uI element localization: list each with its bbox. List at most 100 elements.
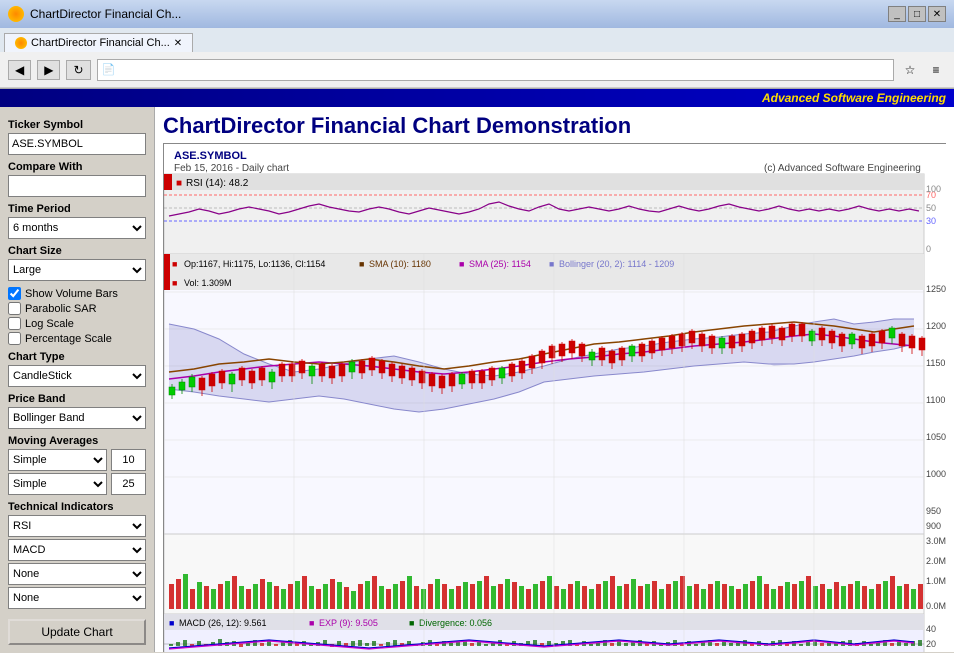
chart-area: ChartDirector Financial Chart Demonstrat…	[155, 107, 954, 652]
log-scale-row[interactable]: Log Scale	[8, 317, 146, 330]
parabolic-sar-label: Parabolic SAR	[25, 303, 97, 315]
tech-indicators-label: Technical Indicators	[8, 501, 146, 513]
svg-text:RSI (14): 48.2: RSI (14): 48.2	[186, 178, 249, 189]
active-tab[interactable]: ChartDirector Financial Ch... ✕	[4, 33, 193, 52]
pct-scale-label: Percentage Scale	[25, 333, 112, 345]
svg-text:1.0M: 1.0M	[926, 576, 946, 586]
show-volume-row[interactable]: Show Volume Bars	[8, 287, 146, 300]
chart-size-label: Chart Size	[8, 245, 146, 257]
moving-avg-label: Moving Averages	[8, 435, 146, 447]
svg-text:0.0M: 0.0M	[926, 601, 946, 611]
ticker-input[interactable]	[8, 133, 146, 155]
title-bar: ChartDirector Financial Ch... _ □ ✕	[0, 0, 954, 28]
svg-text:MACD (26, 12): 9.561: MACD (26, 12): 9.561	[179, 618, 267, 628]
chart-type-label: Chart Type	[8, 351, 146, 363]
svg-text:100: 100	[926, 184, 941, 194]
tab-close-btn[interactable]: ✕	[174, 38, 182, 49]
chart-type-select[interactable]: CandleStick OHLC Close Bar	[8, 365, 146, 387]
svg-text:■: ■	[309, 618, 314, 628]
tab-bar: ChartDirector Financial Ch... ✕	[0, 28, 954, 52]
refresh-btn[interactable]: ↻	[66, 60, 90, 80]
tech3-select[interactable]: None RSI MACD	[8, 563, 146, 585]
compare-label: Compare With	[8, 161, 146, 173]
svg-text:ASE.SYMBOL: ASE.SYMBOL	[174, 150, 247, 162]
price-band-select[interactable]: None Bollinger Band Price Band	[8, 407, 146, 429]
parabolic-sar-checkbox[interactable]	[8, 302, 21, 315]
ma1-row: Simple Exponential Weighted	[8, 449, 146, 471]
tech2-select[interactable]: None RSI MACD	[8, 539, 146, 561]
tab-icon	[15, 37, 27, 49]
svg-text:■: ■	[409, 618, 414, 628]
minimize-btn[interactable]: _	[888, 6, 906, 22]
maximize-btn[interactable]: □	[908, 6, 926, 22]
ma2-row: Simple Exponential Weighted	[8, 473, 146, 495]
update-chart-btn[interactable]: Update Chart	[8, 619, 146, 645]
svg-text:1050: 1050	[926, 432, 946, 442]
svg-text:1000: 1000	[926, 469, 946, 479]
back-btn[interactable]: ◀	[8, 60, 31, 80]
svg-text:■: ■	[549, 259, 554, 269]
show-volume-label: Show Volume Bars	[25, 288, 118, 300]
svg-text:EXP (9): 9.505: EXP (9): 9.505	[319, 618, 378, 628]
close-btn[interactable]: ✕	[928, 6, 946, 22]
svg-text:20: 20	[926, 639, 936, 649]
svg-text:■: ■	[172, 278, 177, 288]
banner: Advanced Software Engineering	[0, 89, 954, 107]
parabolic-sar-row[interactable]: Parabolic SAR	[8, 302, 146, 315]
svg-text:Op:1167, Hi:1175, Lo:1136, Cl:: Op:1167, Hi:1175, Lo:1136, Cl:1154	[184, 259, 325, 269]
tab-label: ChartDirector Financial Ch...	[31, 37, 170, 49]
svg-text:■: ■	[459, 259, 464, 269]
pct-scale-checkbox[interactable]	[8, 332, 21, 345]
forward-btn[interactable]: ▶	[37, 60, 60, 80]
price-band-label: Price Band	[8, 393, 146, 405]
show-volume-checkbox[interactable]	[8, 287, 21, 300]
svg-text:■: ■	[172, 259, 177, 269]
log-scale-label: Log Scale	[25, 318, 74, 330]
menu-icon[interactable]: ≡	[926, 60, 946, 80]
ma1-type-select[interactable]: Simple Exponential Weighted	[8, 449, 107, 471]
svg-text:(c) Advanced Software Engineer: (c) Advanced Software Engineering	[764, 163, 921, 174]
svg-text:Divergence: 0.056: Divergence: 0.056	[419, 618, 492, 628]
pct-scale-row[interactable]: Percentage Scale	[8, 332, 146, 345]
ma2-type-select[interactable]: Simple Exponential Weighted	[8, 473, 107, 495]
svg-text:Vol: 1.309M: Vol: 1.309M	[184, 278, 232, 288]
svg-text:SMA (25): 1154: SMA (25): 1154	[469, 259, 531, 269]
page-title: ChartDirector Financial Chart Demonstrat…	[163, 113, 946, 139]
chart-container: ASE.SYMBOL Feb 15, 2016 - Daily chart (c…	[163, 143, 946, 652]
svg-text:950: 950	[926, 506, 941, 516]
svg-text:■: ■	[176, 178, 182, 189]
ticker-label: Ticker Symbol	[8, 119, 146, 131]
svg-text:2.0M: 2.0M	[926, 556, 946, 566]
svg-text:900: 900	[926, 521, 941, 531]
main-chart: ASE.SYMBOL Feb 15, 2016 - Daily chart (c…	[164, 144, 954, 652]
svg-text:1250: 1250	[926, 284, 946, 294]
svg-text:40: 40	[926, 624, 936, 634]
ma2-period-input[interactable]	[111, 473, 146, 495]
tech4-select[interactable]: None RSI MACD	[8, 587, 146, 609]
svg-text:■: ■	[169, 618, 174, 628]
window-title: ChartDirector Financial Ch...	[30, 7, 882, 21]
svg-text:Bollinger (20, 2): 1114 - 1209: Bollinger (20, 2): 1114 - 1209	[559, 259, 674, 269]
nav-bar: ◀ ▶ ↻ 📄 ☆ ≡	[0, 52, 954, 88]
compare-input[interactable]	[8, 175, 146, 197]
banner-text: Advanced Software Engineering	[762, 91, 946, 105]
svg-text:SMA (10): 1180: SMA (10): 1180	[369, 259, 431, 269]
svg-text:1150: 1150	[926, 358, 945, 368]
svg-text:0: 0	[926, 244, 931, 254]
browser-icon	[8, 6, 24, 22]
sidebar: Ticker Symbol Compare With Time Period 1…	[0, 107, 155, 652]
svg-text:3.0M: 3.0M	[926, 536, 946, 546]
svg-text:Feb 15, 2016 - Daily chart: Feb 15, 2016 - Daily chart	[174, 163, 289, 174]
bookmark-icon[interactable]: ☆	[900, 60, 920, 80]
chart-size-select[interactable]: Small Medium Large	[8, 259, 146, 281]
svg-text:■: ■	[359, 259, 364, 269]
svg-text:30: 30	[926, 216, 936, 226]
ma1-period-input[interactable]	[111, 449, 146, 471]
log-scale-checkbox[interactable]	[8, 317, 21, 330]
tech1-select[interactable]: None RSI MACD	[8, 515, 146, 537]
window-controls[interactable]: _ □ ✕	[888, 6, 946, 22]
time-period-select[interactable]: 1 month 3 months 6 months 1 year 2 years	[8, 217, 146, 239]
address-bar[interactable]: 📄	[97, 59, 894, 81]
svg-text:1100: 1100	[926, 395, 945, 405]
svg-text:50: 50	[926, 203, 936, 213]
